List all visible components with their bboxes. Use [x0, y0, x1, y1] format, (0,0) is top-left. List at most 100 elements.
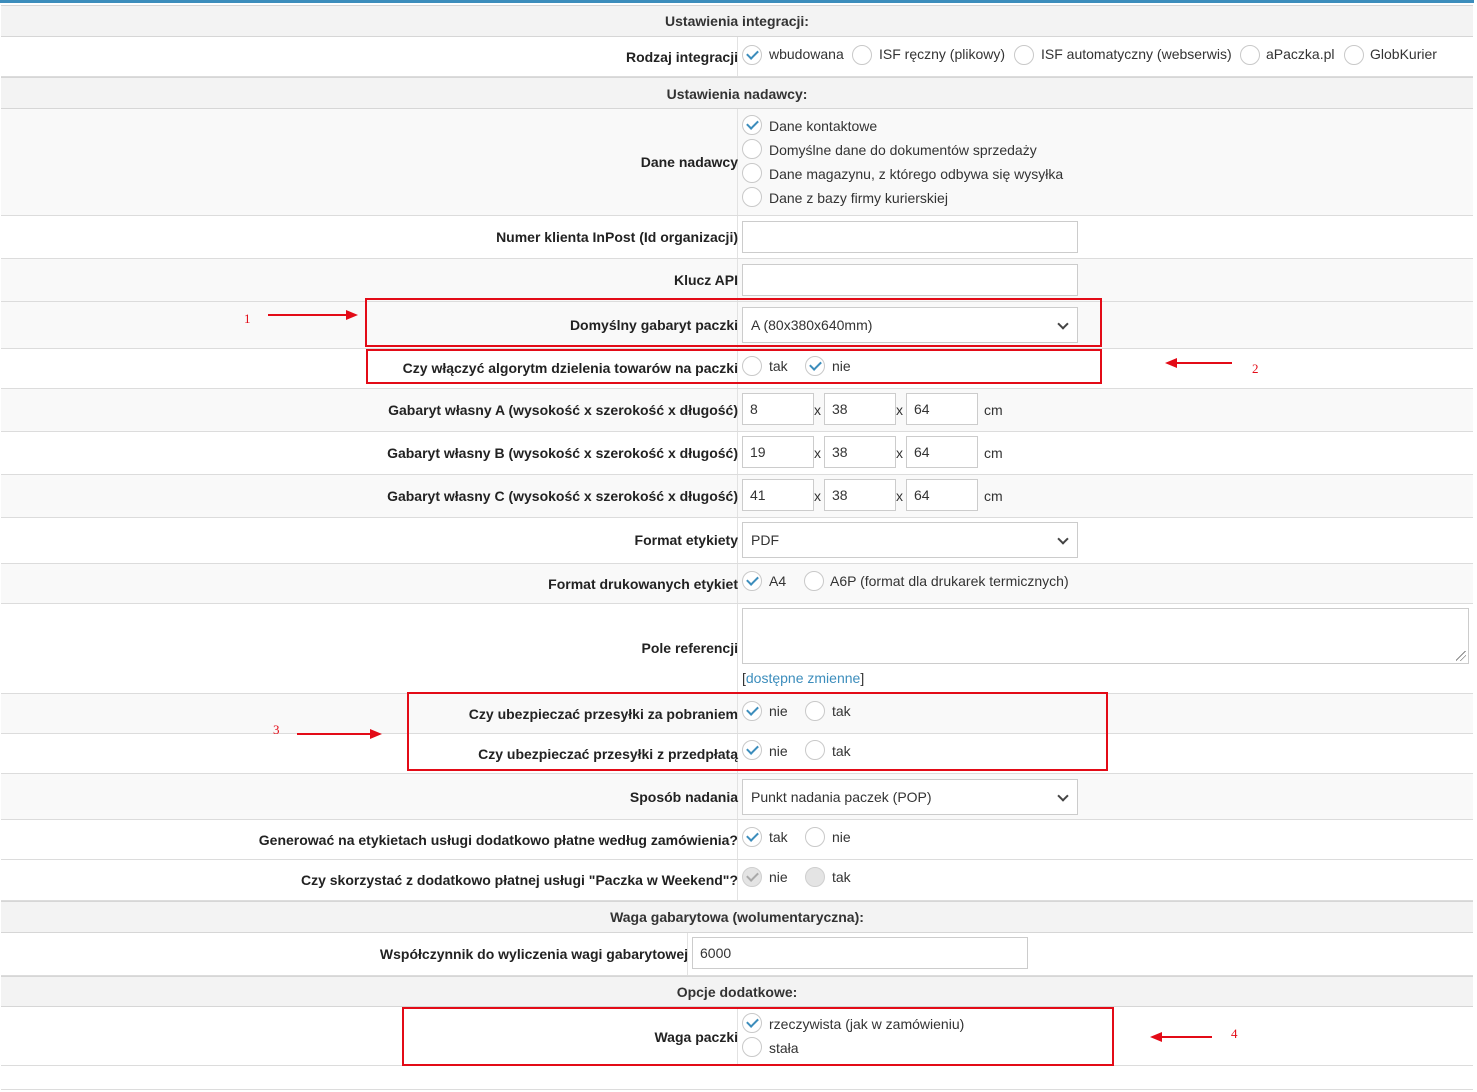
variables-link[interactable]: dostępne zmienne: [746, 670, 860, 686]
integration-option-apaczka: aPaczka.pl: [1266, 46, 1335, 62]
print-radio-a4[interactable]: [742, 571, 762, 591]
row-paid-services: Generować na etykietach usługi dodatkowo…: [1, 820, 1473, 860]
integration-type-label: Rodzaj integracji: [625, 49, 738, 65]
custom-size-a-sep-2: x: [896, 402, 903, 418]
integration-option-isf-manual: ISF ręczny (plikowy): [879, 46, 1006, 62]
bracket-close: ]: [860, 670, 865, 686]
row-label-format: Format etykiety PDF: [1, 518, 1473, 564]
print-format-label: Format drukowanych etykiet: [548, 576, 738, 592]
annotation-number-4: 4: [1231, 1026, 1238, 1041]
custom-size-a-sep-1: x: [814, 402, 821, 418]
row-custom-size-a: Gabaryt własny A (wysokość x szerokość x…: [1, 389, 1473, 432]
paid-services-option-no: nie: [832, 829, 851, 845]
custom-size-b-label: Gabaryt własny B (wysokość x szerokość x…: [387, 445, 738, 461]
custom-size-b-width[interactable]: [824, 436, 896, 468]
weekend-option-yes: tak: [832, 869, 851, 885]
custom-size-a-height[interactable]: [742, 393, 814, 425]
send-method-select[interactable]: Punkt nadania paczek (POP): [742, 779, 1078, 815]
row-send-method: Sposób nadania Punkt nadania paczek (POP…: [1, 774, 1473, 820]
integration-radio-apaczka[interactable]: [1240, 45, 1260, 65]
row-custom-size-c: Gabaryt własny C (wysokość x szerokość x…: [1, 475, 1473, 518]
custom-size-a-length[interactable]: [906, 393, 978, 425]
section-sender-title: Ustawienia nadawcy:: [666, 86, 808, 102]
custom-size-b-length[interactable]: [906, 436, 978, 468]
section-integration: Ustawienia integracji:: [1, 5, 1473, 37]
client-number-label: Numer klienta InPost (Id organizacji): [496, 229, 738, 245]
section-integration-title: Ustawienia integracji:: [665, 13, 809, 29]
sender-radio-contact[interactable]: [742, 115, 762, 135]
integration-option-isf-auto: ISF automatyczny (webserwis): [1041, 46, 1232, 62]
sender-radio-courier-db[interactable]: [742, 187, 762, 207]
top-border: [0, 0, 1474, 3]
weekend-option-no: nie: [769, 869, 788, 885]
paid-services-label: Generować na etykietach usługi dodatkowo…: [258, 832, 738, 848]
send-method-label: Sposób nadania: [629, 789, 738, 805]
sender-radio-warehouse[interactable]: [742, 163, 762, 183]
weekend-radio-no[interactable]: [742, 867, 762, 887]
sender-radio-documents[interactable]: [742, 139, 762, 159]
section-extra: Opcje dodatkowe:: [1, 976, 1473, 1007]
annotation-arrow-1: [268, 314, 348, 316]
annotation-number-3: 3: [273, 722, 280, 737]
api-key-label: Klucz API: [673, 272, 738, 288]
sender-option-courier-db: Dane z bazy firmy kurierskiej: [769, 190, 948, 206]
reference-textarea[interactable]: [742, 608, 1469, 664]
row-blank-footer: [1, 1066, 1473, 1090]
custom-size-c-sep-2: x: [896, 488, 903, 504]
custom-size-c-length[interactable]: [906, 479, 978, 511]
annotation-arrowhead-2: [1165, 358, 1177, 368]
custom-size-c-height[interactable]: [742, 479, 814, 511]
custom-size-c-width[interactable]: [824, 479, 896, 511]
dim-factor-label: Współczynnik do wyliczenia wagi gabaryto…: [379, 946, 688, 962]
annotation-box-2: [366, 349, 1102, 384]
reference-variables: [dostępne zmienne]: [742, 670, 864, 686]
annotation-arrowhead-3: [370, 729, 382, 739]
custom-size-a-label: Gabaryt własny A (wysokość x szerokość x…: [388, 402, 738, 418]
integration-radio-globkurier[interactable]: [1344, 45, 1364, 65]
print-option-a6p: A6P (format dla drukarek termicznych): [830, 573, 1069, 589]
integration-radio-built-in[interactable]: [742, 45, 762, 65]
row-client-number: Numer klienta InPost (Id organizacji): [1, 216, 1473, 259]
row-custom-size-b: Gabaryt własny B (wysokość x szerokość x…: [1, 432, 1473, 475]
annotation-box-4: [402, 1007, 1114, 1066]
custom-size-b-height[interactable]: [742, 436, 814, 468]
chevron-down-icon: [1057, 533, 1069, 545]
annotation-arrow-4: [1160, 1036, 1212, 1038]
label-format-value: PDF: [751, 532, 779, 548]
dim-factor-input[interactable]: [692, 937, 1028, 969]
annotation-arrow-3: [297, 733, 372, 735]
integration-option-built-in: wbudowana: [769, 46, 844, 62]
sender-option-warehouse: Dane magazynu, z którego odbywa się wysy…: [769, 166, 1064, 182]
row-reference: Pole referencji [dostępne zmienne]: [1, 604, 1473, 694]
sender-data-label: Dane nadawcy: [640, 154, 738, 170]
api-key-input[interactable]: [742, 264, 1078, 296]
weekend-radio-yes[interactable]: [805, 867, 825, 887]
label-format-select[interactable]: PDF: [742, 522, 1078, 558]
annotation-box-3: [407, 692, 1108, 771]
custom-size-b-sep-2: x: [896, 445, 903, 461]
custom-size-a-unit: cm: [984, 402, 1003, 418]
resize-grip-icon[interactable]: [1456, 651, 1466, 661]
row-dim-factor: Współczynnik do wyliczenia wagi gabaryto…: [1, 933, 1473, 976]
label-format-label: Format etykiety: [634, 532, 738, 548]
settings-form: Ustawienia integracji: Rodzaj integracji…: [0, 0, 1474, 1092]
weekend-label: Czy skorzystać z dodatkowo płatnej usług…: [300, 872, 738, 888]
row-weekend: Czy skorzystać z dodatkowo płatnej usług…: [1, 860, 1473, 901]
integration-radio-isf-auto[interactable]: [1014, 45, 1034, 65]
annotation-arrowhead-4: [1150, 1032, 1162, 1042]
row-api-key: Klucz API: [1, 259, 1473, 302]
annotation-number-1: 1: [244, 311, 251, 326]
client-number-input[interactable]: [742, 221, 1078, 253]
row-print-format: Format drukowanych etykiet A4 A6P (forma…: [1, 564, 1473, 604]
custom-size-b-unit: cm: [984, 445, 1003, 461]
custom-size-a-width[interactable]: [824, 393, 896, 425]
sender-option-documents: Domyślne dane do dokumentów sprzedaży: [769, 142, 1037, 158]
paid-services-radio-no[interactable]: [805, 827, 825, 847]
integration-radio-isf-manual[interactable]: [852, 45, 872, 65]
annotation-box-1: [365, 298, 1102, 347]
integration-option-globkurier: GlobKurier: [1370, 46, 1437, 62]
section-dim-weight: Waga gabarytowa (wolumentaryczna):: [1, 901, 1473, 933]
print-radio-a6p[interactable]: [804, 571, 824, 591]
paid-services-radio-yes[interactable]: [742, 827, 762, 847]
chevron-down-icon: [1057, 790, 1069, 802]
